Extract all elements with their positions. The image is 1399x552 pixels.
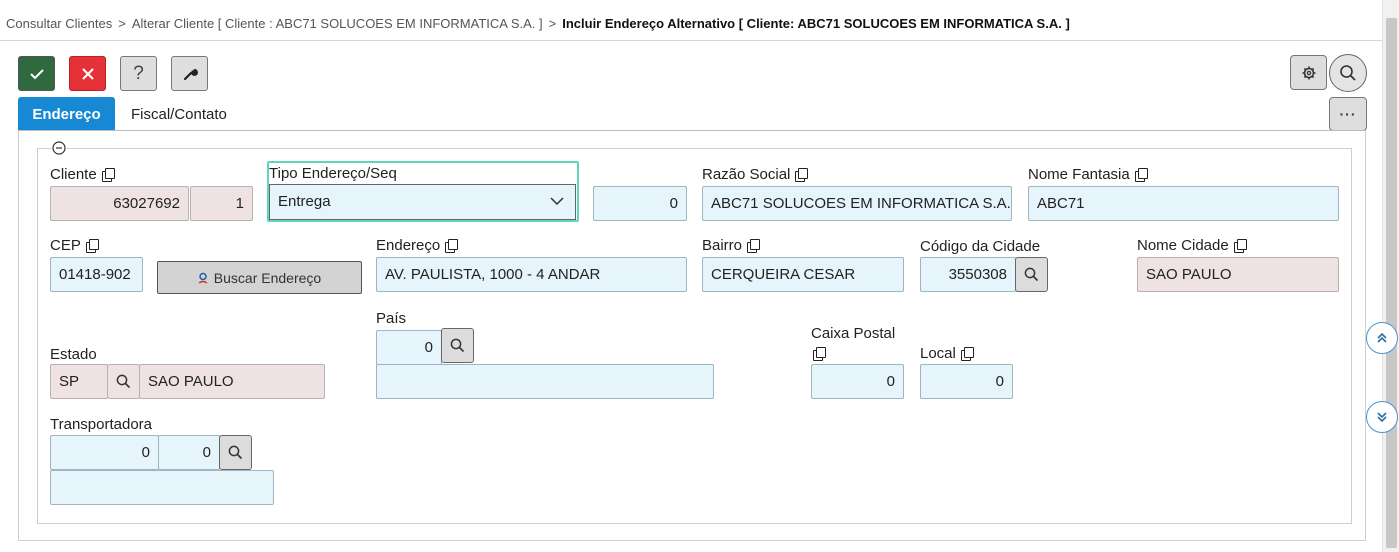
caixa-postal-label-text: Caixa Postal — [811, 325, 896, 342]
search-icon — [228, 445, 243, 460]
gear-icon — [1302, 66, 1315, 79]
estado-name-field: SAO PAULO — [139, 364, 325, 399]
cliente-code-field: 63027692 — [50, 186, 189, 221]
copy-icon[interactable] — [1233, 239, 1247, 253]
cep-field[interactable]: 01418-902 — [50, 257, 143, 292]
pais-label: País — [376, 310, 406, 327]
vertical-scrollbar[interactable] — [1382, 0, 1399, 552]
breadcrumb-separator: > — [118, 16, 126, 31]
cliente-seq-field: 1 — [190, 186, 253, 221]
estado-code-field: SP — [50, 364, 108, 399]
chevron-down-icon — [550, 197, 564, 206]
location-icon — [198, 272, 208, 284]
search-icon — [1340, 65, 1356, 81]
endereco-field[interactable]: AV. PAULISTA, 1000 - 4 ANDAR — [376, 257, 687, 292]
cliente-label-text: Cliente — [50, 166, 97, 183]
bairro-field[interactable]: CERQUEIRA CESAR — [702, 257, 904, 292]
copy-icon[interactable] — [813, 347, 826, 361]
buscar-endereco-button[interactable]: Buscar Endereço — [157, 261, 362, 294]
cep-label-text: CEP — [50, 237, 81, 254]
confirm-button[interactable] — [18, 56, 55, 91]
cliente-label: Cliente — [50, 166, 115, 183]
check-icon — [29, 68, 44, 79]
transportadora-label-text: Transportadora — [50, 416, 152, 433]
razao-social-label-text: Razão Social — [702, 166, 791, 183]
breadcrumb: Consultar Clientes > Alterar Cliente [ Cli… — [0, 0, 1382, 41]
copy-icon[interactable] — [445, 239, 459, 253]
nome-fantasia-label: Nome Fantasia — [1028, 166, 1148, 183]
search-icon — [116, 374, 131, 389]
scroll-top-button[interactable] — [1366, 322, 1398, 354]
tipo-endereco-seq-field[interactable]: 0 — [593, 186, 687, 221]
endereco-label-text: Endereço — [376, 237, 441, 254]
cep-label: CEP — [50, 237, 99, 254]
transportadora-code-field[interactable]: 0 — [50, 435, 159, 470]
close-icon — [81, 67, 94, 80]
minus-circle-icon — [52, 141, 66, 155]
nome-cidade-field: SAO PAULO — [1137, 257, 1339, 292]
search-icon — [1024, 267, 1039, 282]
copy-icon[interactable] — [960, 347, 974, 361]
breadcrumb-alterar-cliente[interactable]: Alterar Cliente [ Cliente : ABC71 SOLUCO… — [132, 16, 543, 31]
double-chevron-up-icon — [1377, 332, 1387, 343]
pais-search-button[interactable] — [441, 328, 474, 363]
nome-fantasia-field[interactable]: ABC71 — [1028, 186, 1339, 221]
local-label-text: Local — [920, 345, 956, 362]
wrench-icon — [183, 68, 198, 80]
tab-endereco[interactable]: Endereço — [18, 97, 115, 130]
tipo-endereco-select[interactable]: Entrega — [269, 184, 576, 220]
estado-label-text: Estado — [50, 346, 97, 363]
copy-icon[interactable] — [1134, 168, 1148, 182]
caixa-postal-field[interactable]: 0 — [811, 364, 904, 399]
razao-social-label: Razão Social — [702, 166, 809, 183]
local-field[interactable]: 0 — [920, 364, 1013, 399]
search-icon — [450, 338, 465, 353]
copy-icon[interactable] — [101, 168, 115, 182]
bairro-label-text: Bairro — [702, 237, 743, 254]
codigo-cidade-label-text: Código da Cidade — [920, 238, 1041, 255]
collapse-section-button[interactable] — [51, 140, 67, 156]
caixa-postal-label: Caixa Postal — [811, 325, 895, 342]
copy-icon[interactable] — [85, 239, 99, 253]
help-button[interactable]: ? — [120, 56, 157, 91]
endereco-label: Endereço — [376, 237, 459, 254]
page: Consultar Clientes > Alterar Cliente [ Cli… — [0, 0, 1399, 552]
scroll-bottom-button[interactable] — [1366, 401, 1398, 433]
tab-fiscal-contato[interactable]: Fiscal/Contato — [115, 97, 243, 130]
estado-search-button[interactable] — [107, 364, 140, 399]
pais-label-text: País — [376, 310, 407, 327]
razao-social-field[interactable]: ABC71 SOLUCOES EM INFORMATICA S.A. — [702, 186, 1012, 221]
breadcrumb-current: Incluir Endereço Alternativo [ Cliente: … — [562, 16, 1070, 31]
transportadora-name-field[interactable] — [50, 470, 274, 505]
bairro-label: Bairro — [702, 237, 761, 254]
breadcrumb-separator: > — [548, 16, 557, 31]
search-button[interactable] — [1329, 54, 1367, 92]
settings-button[interactable] — [1290, 55, 1327, 90]
copy-icon[interactable] — [747, 239, 761, 253]
scrollbar-thumb[interactable] — [1386, 18, 1397, 548]
codigo-cidade-search-button[interactable] — [1015, 257, 1048, 292]
transportadora-seq-field[interactable]: 0 — [158, 435, 220, 470]
estado-label: Estado — [50, 346, 97, 363]
tools-button[interactable] — [171, 56, 208, 91]
transportadora-search-button[interactable] — [219, 435, 252, 470]
tipo-endereco-value: Entrega — [278, 193, 331, 210]
copy-icon[interactable] — [795, 168, 809, 182]
nome-cidade-label: Nome Cidade — [1137, 237, 1247, 254]
more-options-button[interactable]: ··· — [1329, 97, 1367, 131]
pais-code-field[interactable]: 0 — [376, 330, 442, 365]
question-icon: ? — [133, 62, 144, 84]
double-chevron-down-icon — [1377, 412, 1387, 423]
cancel-button[interactable] — [69, 56, 106, 91]
breadcrumb-consultar-clientes[interactable]: Consultar Clientes — [6, 16, 112, 31]
nome-cidade-label-text: Nome Cidade — [1137, 237, 1229, 254]
codigo-cidade-label: Código da Cidade — [920, 238, 1040, 255]
nome-fantasia-label-text: Nome Fantasia — [1028, 166, 1130, 183]
buscar-endereco-label: Buscar Endereço — [213, 269, 322, 286]
codigo-cidade-field[interactable]: 3550308 — [920, 257, 1016, 292]
pais-name-field[interactable] — [376, 364, 714, 399]
transportadora-label: Transportadora — [50, 416, 152, 433]
local-label: Local — [920, 345, 974, 362]
